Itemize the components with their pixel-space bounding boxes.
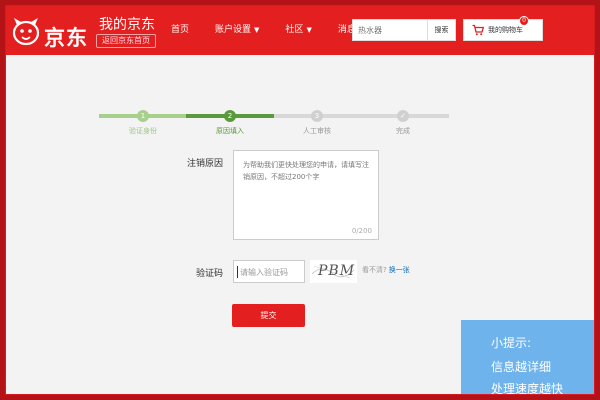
captcha-refresh-link[interactable]: 换一张	[389, 266, 410, 274]
back-home-link[interactable]: 返回京东首页	[96, 34, 156, 48]
nav-label: 社区	[285, 25, 304, 35]
cart-label: 我的购物车	[488, 26, 523, 34]
tip-line-1: 信息越详细	[491, 360, 552, 374]
caret-down-icon: ▼	[254, 26, 260, 34]
cart-count-badge: 0	[519, 16, 529, 26]
tip-line-2: 处理速度越快	[491, 382, 564, 395]
tip-title: 小提示:	[491, 336, 532, 350]
step-4-label: 完成	[396, 127, 410, 135]
reason-placeholder: 为帮助我们更快处理您的申请，请填写注销原因，不超过200个字	[243, 161, 369, 181]
nav-community[interactable]: 社区 ▼	[280, 6, 316, 55]
cart-button[interactable]: 我的购物车	[463, 19, 543, 41]
nav-label: 账户设置	[215, 25, 252, 35]
captcha-help: 看不清? 换一张	[362, 265, 410, 275]
reason-char-count: 0/200	[351, 227, 372, 235]
header: 京东 我的京东 返回京东首页 首页 账户设置▼ 社区▼ 消息 搜索 我的购物车 …	[6, 6, 594, 55]
search-button[interactable]: 搜索	[427, 20, 455, 40]
step-2-dot: 2	[224, 110, 236, 122]
captcha-help-text: 看不清?	[362, 266, 387, 274]
search-box: 搜索	[352, 19, 456, 41]
submit-button[interactable]: 提交	[232, 304, 305, 327]
captcha-image[interactable]: PBM	[310, 260, 357, 283]
captcha-label: 验证码	[195, 269, 223, 279]
step-3-dot: 3	[311, 110, 323, 122]
nav-home[interactable]: 首页	[166, 6, 194, 55]
captcha-placeholder: 请输入验证码	[240, 268, 288, 277]
my-jd-title: 我的京东	[99, 17, 155, 33]
reason-label: 注销原因	[186, 159, 223, 169]
nav-label: 首页	[171, 25, 190, 35]
page-frame: 京东 我的京东 返回京东首页 首页 账户设置▼ 社区▼ 消息 搜索 我的购物车 …	[5, 5, 595, 395]
caret-down-icon: ▼	[306, 26, 312, 34]
jd-logo[interactable]: 京东	[10, 16, 96, 50]
step-2-label: 原因填入	[216, 127, 244, 135]
shopping-cart-icon	[472, 24, 484, 36]
progress-steps: 1 2 3 ✓ 验证身份 原因填入 人工审核 完成	[99, 106, 449, 136]
captcha-image-text: PBM	[318, 263, 356, 279]
step-3-label: 人工审核	[303, 127, 331, 135]
step-line-3	[274, 114, 449, 118]
nav-account-settings[interactable]: 账户设置 ▼	[210, 6, 264, 55]
tip-panel: 小提示: 信息越详细 处理速度越快	[461, 320, 594, 395]
text-cursor	[237, 266, 238, 278]
step-1-label: 验证身份	[129, 127, 157, 135]
jd-dog-icon	[12, 18, 40, 46]
captcha-input[interactable]: 请输入验证码	[233, 260, 305, 283]
step-1-dot: 1	[137, 110, 149, 122]
logo-text: 京东	[44, 26, 88, 50]
step-4-dot: ✓	[397, 110, 409, 122]
search-input[interactable]	[353, 20, 425, 40]
top-nav: 首页 账户设置 ▼ 社区 ▼ 消息	[166, 6, 377, 55]
reason-textarea[interactable]: 为帮助我们更快处理您的申请，请填写注销原因，不超过200个字 0/200	[233, 150, 379, 240]
